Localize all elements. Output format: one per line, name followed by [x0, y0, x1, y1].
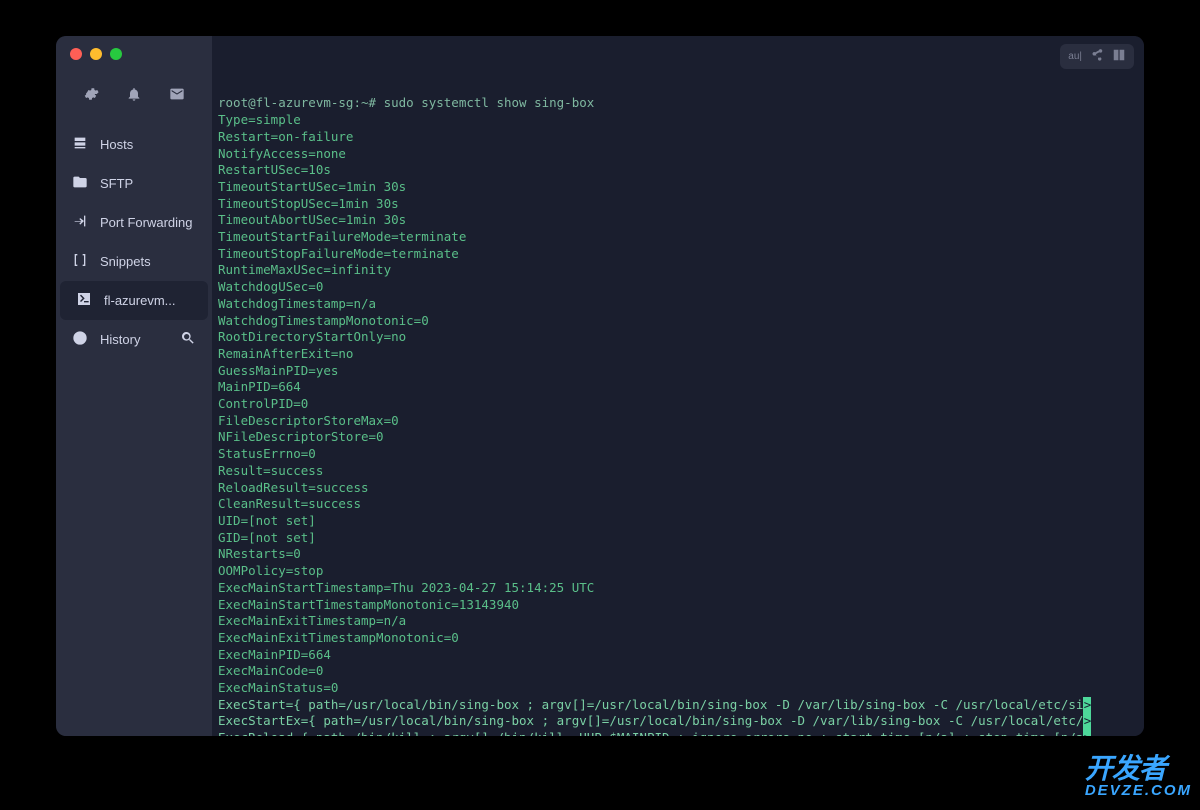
terminal-pane[interactable]: au| root@fl-azurevm-sg:~# sudo systemctl… — [212, 36, 1144, 736]
watermark-line2: DEVZE.COM — [1085, 780, 1192, 802]
sidebar-item-label: Port Forwarding — [100, 215, 196, 230]
sidebar-item-hosts[interactable]: Hosts — [56, 125, 212, 164]
folder-icon — [72, 174, 88, 193]
sidebar-top-icons — [56, 76, 212, 125]
split-icon[interactable] — [1112, 48, 1126, 65]
watermark: 开发者 DEVZE.COM — [1085, 758, 1192, 802]
sidebar-item-label: fl-azurevm... — [104, 293, 192, 308]
terminal-output: root@fl-azurevm-sg:~# sudo systemctl sho… — [212, 36, 1144, 736]
clock-icon — [72, 330, 88, 349]
terminal-icon — [76, 291, 92, 310]
app-window: Hosts SFTP Port Forwarding Snippets fl-azure… — [56, 36, 1144, 736]
bell-icon[interactable] — [126, 86, 142, 107]
maximize-window-button[interactable] — [110, 48, 122, 60]
sidebar: Hosts SFTP Port Forwarding Snippets fl-azure… — [56, 36, 212, 736]
sidebar-item-port-forwarding[interactable]: Port Forwarding — [56, 203, 212, 242]
sidebar-item-label: History — [100, 332, 168, 347]
sidebar-item-snippets[interactable]: Snippets — [56, 242, 212, 281]
traffic-lights — [70, 48, 122, 60]
minimize-window-button[interactable] — [90, 48, 102, 60]
sidebar-item-sftp[interactable]: SFTP — [56, 164, 212, 203]
port-icon — [72, 213, 88, 232]
share-icon[interactable] — [1090, 48, 1104, 65]
mail-icon[interactable] — [169, 86, 185, 107]
terminal-header-controls: au| — [1060, 44, 1134, 69]
close-window-button[interactable] — [70, 48, 82, 60]
sidebar-item-label: SFTP — [100, 176, 196, 191]
sidebar-item-label: Snippets — [100, 254, 196, 269]
sidebar-item-history[interactable]: History — [56, 320, 212, 359]
session-label: au| — [1068, 51, 1082, 62]
hosts-icon — [72, 135, 88, 154]
sidebar-item-fl-azurevm[interactable]: fl-azurevm... — [60, 281, 208, 320]
gear-icon[interactable] — [83, 86, 99, 107]
sidebar-item-label: Hosts — [100, 137, 196, 152]
search-icon[interactable] — [180, 330, 196, 349]
snippets-icon — [72, 252, 88, 271]
